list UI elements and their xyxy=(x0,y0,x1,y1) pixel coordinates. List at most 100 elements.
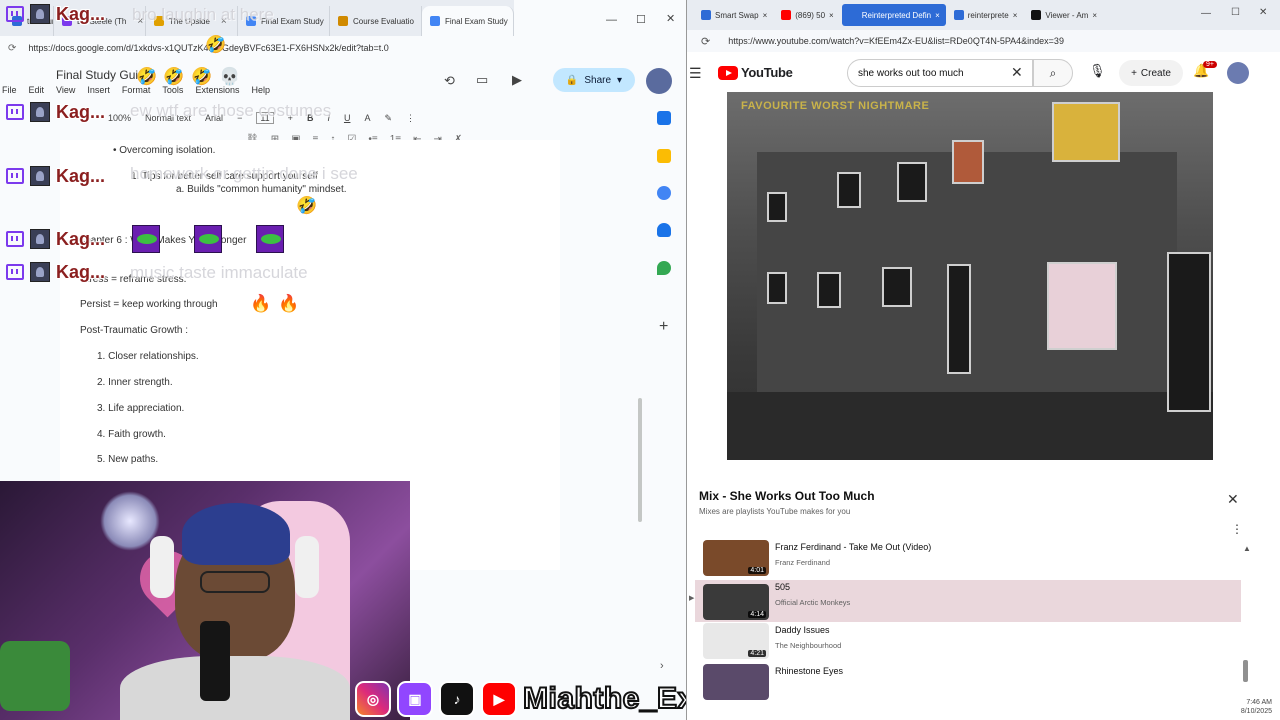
right-url[interactable]: https://www.youtube.com/watch?v=KfEEm4Zx… xyxy=(728,36,1064,46)
menu-item-view[interactable]: View xyxy=(56,85,75,95)
left-address-bar[interactable]: ⟳ https://docs.google.com/d/1xkdvs-x1QUT… xyxy=(0,36,686,60)
menu-icon[interactable]: ☰ xyxy=(689,65,702,82)
playlist-item-artist: The Neighbourhood xyxy=(775,641,842,650)
menu-item-format[interactable]: Format xyxy=(122,85,151,95)
create-button[interactable]: + Create xyxy=(1119,60,1183,86)
playlist-item-title[interactable]: Franz Ferdinand - Take Me Out (Video) xyxy=(775,542,931,552)
window-lit-yellow xyxy=(1052,102,1120,162)
tab-close-icon[interactable]: × xyxy=(1092,11,1097,20)
video-thumbnail[interactable]: 4:21 xyxy=(703,623,769,659)
doc-line[interactable]: • Overcoming isolation. xyxy=(113,145,215,156)
left-tab[interactable]: Course Evaluatio× xyxy=(330,6,422,36)
window-dark xyxy=(897,162,927,202)
mic-icon[interactable]: 🎙 xyxy=(1089,63,1106,79)
tab-favicon-icon xyxy=(847,10,858,20)
right-tab[interactable]: (869) 50 × xyxy=(775,4,839,26)
comment-icon[interactable]: ▭ xyxy=(476,72,488,88)
maximize-icon[interactable]: ☐ xyxy=(636,13,646,26)
doc-line[interactable]: 3. Life appreciation. xyxy=(97,403,184,414)
tab-close-icon[interactable]: × xyxy=(829,11,834,20)
doc-scrollbar[interactable] xyxy=(638,398,642,522)
tab-close-icon[interactable]: × xyxy=(763,11,768,20)
account-avatar[interactable] xyxy=(646,68,672,94)
minimize-icon[interactable]: — xyxy=(606,14,617,26)
maximize-icon[interactable]: ☐ xyxy=(1231,7,1240,18)
calendar-icon[interactable] xyxy=(657,111,671,125)
right-tab[interactable]: Smart Swap × xyxy=(695,4,773,26)
menu-item-edit[interactable]: Edit xyxy=(29,85,45,95)
mix-subtitle: Mixes are playlists YouTube makes for yo… xyxy=(699,507,851,516)
tab-label: Reinterpreted Defin xyxy=(861,10,932,20)
tab-close-icon[interactable]: × xyxy=(935,11,940,20)
menu-item-tools[interactable]: Tools xyxy=(162,85,183,95)
right-tab[interactable]: reinterprete × xyxy=(948,4,1024,26)
playlist-item-artist: Franz Ferdinand xyxy=(775,558,831,567)
video-thumbnail[interactable]: 4:14 xyxy=(703,584,769,620)
playlist-item[interactable]: 4:01 Franz Ferdinand - Take Me Out (Video… xyxy=(695,540,1241,582)
tab-close-icon[interactable]: × xyxy=(1013,11,1018,20)
duration-badge: 4:01 xyxy=(748,567,766,574)
search-icon: ⌕ xyxy=(1049,65,1057,80)
right-browser-window: Smart Swap × (869) 50 × Reinterpreted Defin ×… xyxy=(686,0,1280,720)
playlist-scrollbar[interactable] xyxy=(1243,660,1248,682)
reload-icon[interactable]: ⟳ xyxy=(8,43,16,54)
chat-username: Kag... xyxy=(56,228,106,249)
doc-line[interactable]: Persist = keep working through xyxy=(80,299,218,310)
keep-icon[interactable] xyxy=(657,149,671,163)
tasks-icon[interactable] xyxy=(657,186,671,200)
video-player[interactable]: FAVOURITE WORST NIGHTMARE xyxy=(727,92,1213,460)
album-title: FAVOURITE WORST NIGHTMARE xyxy=(741,100,930,112)
playlist-item-title[interactable]: Daddy Issues xyxy=(775,625,830,635)
menu-item-file[interactable]: File xyxy=(2,85,17,95)
fire-emoji-icon: 🔥 xyxy=(250,294,272,313)
headwrap xyxy=(182,503,290,565)
doc-line[interactable]: a. Builds "common humanity" mindset. xyxy=(176,184,347,195)
underline-icon[interactable]: U xyxy=(344,113,351,123)
account-avatar[interactable] xyxy=(1227,62,1249,84)
youtube-logo[interactable]: YouTube xyxy=(718,65,793,80)
history-icon[interactable]: ⟲ xyxy=(444,73,455,89)
doc-line[interactable]: 4. Faith growth. xyxy=(97,429,166,440)
close-icon[interactable]: ✕ xyxy=(666,12,675,25)
right-tab[interactable]: Reinterpreted Defin × xyxy=(841,4,946,26)
doc-line[interactable]: 2. Inner strength. xyxy=(97,377,173,388)
playlist-item-title[interactable]: 505 xyxy=(775,582,790,592)
left-tab[interactable]: Final Exam Study× xyxy=(422,6,514,36)
chat-message-text: ew wtf are those costumes xyxy=(130,101,332,120)
playlist-item[interactable]: Rhinestone Eyes xyxy=(695,664,1241,706)
tab-favicon-icon xyxy=(701,10,711,20)
playlist-item-title[interactable]: Rhinestone Eyes xyxy=(775,666,843,676)
text-color-icon[interactable]: A xyxy=(364,113,370,123)
right-tab[interactable]: Viewer - Am × xyxy=(1025,4,1103,26)
playlist-item[interactable]: ▶ 4:14 505 Official Arctic Monkeys xyxy=(689,580,1241,622)
menu-item-help[interactable]: Help xyxy=(251,85,270,95)
search-button[interactable]: ⌕ xyxy=(1033,59,1073,87)
close-panel-icon[interactable]: ✕ xyxy=(1227,491,1239,508)
chevron-right-icon[interactable]: › xyxy=(660,660,664,672)
menu-item-insert[interactable]: Insert xyxy=(87,85,110,95)
share-button[interactable]: 🔒 Share ▾ xyxy=(553,68,635,92)
video-thumbnail[interactable] xyxy=(703,664,769,700)
zoom-select[interactable]: 100% xyxy=(108,113,131,123)
add-addon-icon[interactable]: + xyxy=(659,318,668,336)
maps-icon[interactable] xyxy=(657,261,671,275)
reload-icon[interactable]: ⟳ xyxy=(701,35,710,48)
close-icon[interactable]: ✕ xyxy=(1259,7,1267,18)
minimize-icon[interactable]: — xyxy=(1201,8,1211,19)
more-options-icon[interactable]: ⋮ xyxy=(1231,522,1243,536)
playlist-item[interactable]: 4:21 Daddy Issues The Neighbourhood xyxy=(695,623,1241,665)
scroll-up-icon[interactable]: ▲ xyxy=(1243,544,1251,553)
menu-item-extensions[interactable]: Extensions xyxy=(195,85,239,95)
right-address-bar[interactable]: ⟳ https://www.youtube.com/watch?v=KfEEm4… xyxy=(687,30,1280,52)
doc-line[interactable]: Post-Traumatic Growth : xyxy=(80,325,188,336)
search-input[interactable]: she works out too much xyxy=(847,59,1033,87)
doc-line[interactable]: 5. New paths. xyxy=(97,454,158,465)
meet-icon[interactable]: ▶ xyxy=(512,72,522,88)
doc-line[interactable]: 1. Closer relationships. xyxy=(97,351,199,362)
video-thumbnail[interactable]: 4:01 xyxy=(703,540,769,576)
highlight-icon[interactable]: ✎ xyxy=(384,113,392,124)
twitch-badge-icon xyxy=(6,6,24,22)
more-options-icon[interactable]: ⋮ xyxy=(406,113,415,124)
clear-search-icon[interactable]: ✕ xyxy=(1011,64,1023,81)
contacts-icon[interactable] xyxy=(657,223,671,237)
